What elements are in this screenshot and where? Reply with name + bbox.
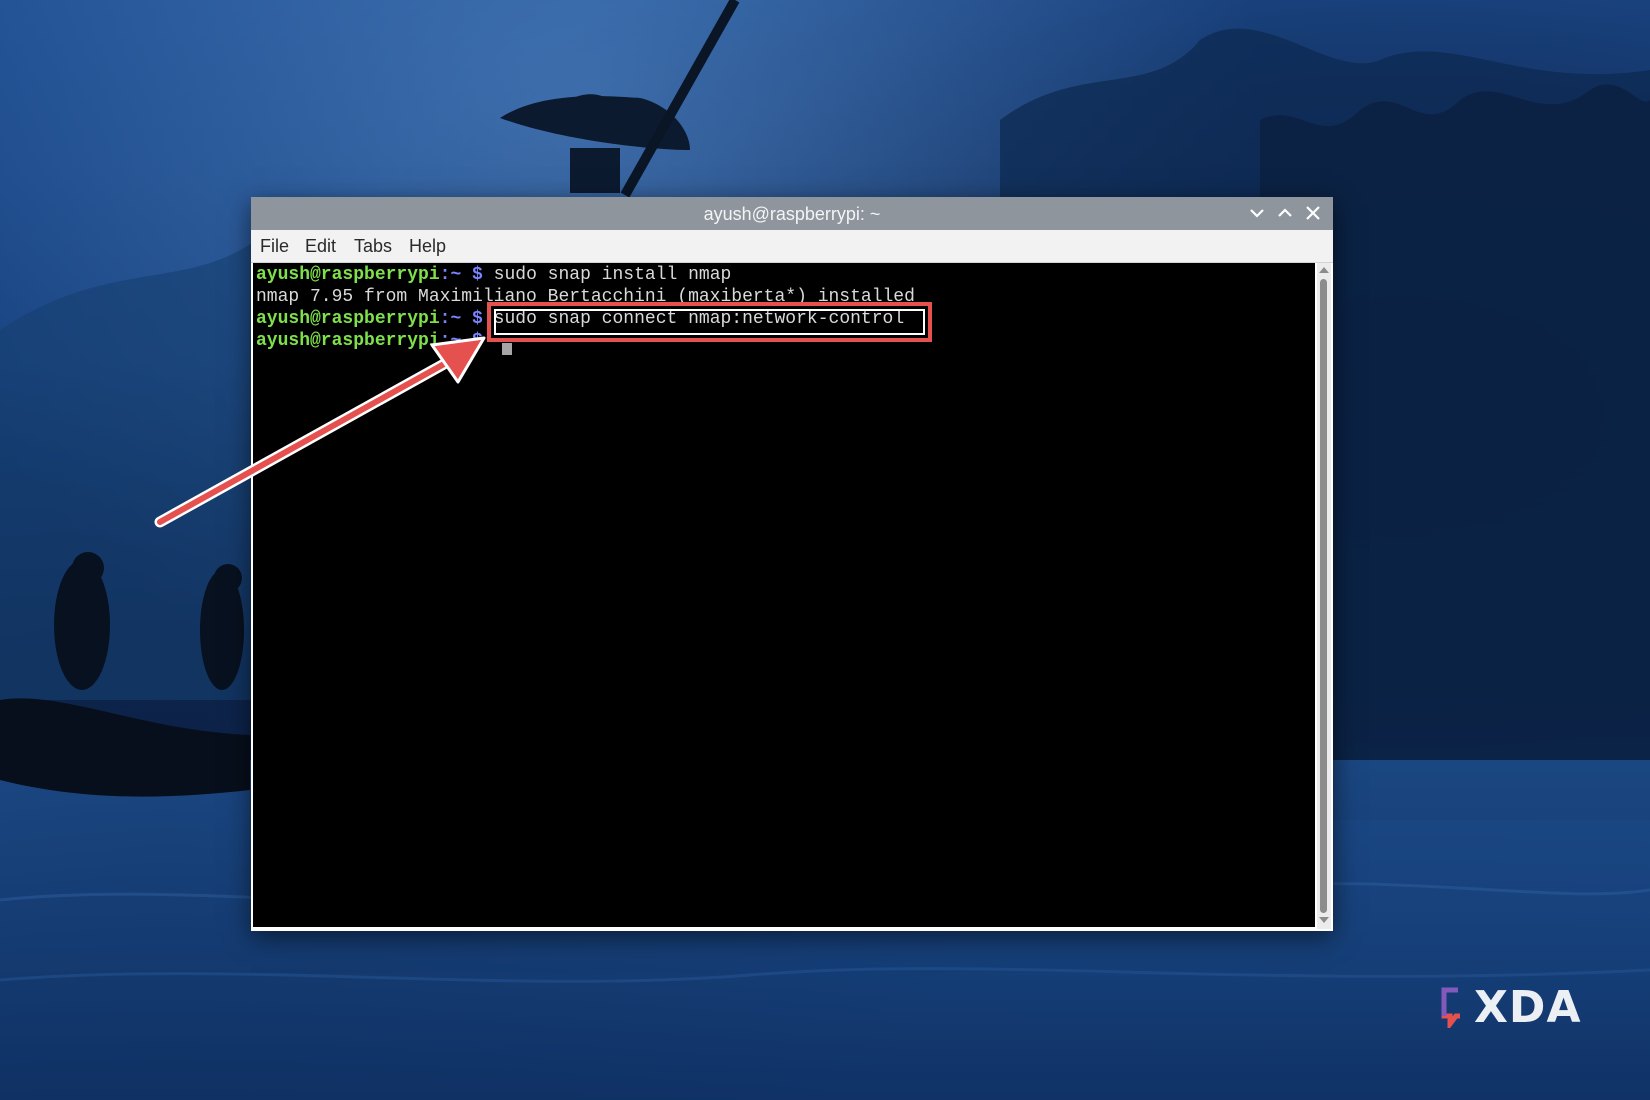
- highlight-inner-border: [494, 309, 925, 335]
- menu-file[interactable]: File: [260, 236, 289, 257]
- chevron-down-icon: [1250, 209, 1264, 218]
- prompt-path: :~ $: [439, 265, 483, 285]
- maximize-button[interactable]: [1273, 201, 1297, 225]
- xda-logo-icon: [1441, 987, 1460, 1028]
- scrollbar-thumb[interactable]: [1320, 279, 1327, 913]
- prompt-user: ayush@raspberrypi: [256, 331, 440, 351]
- prompt-path: :~ $: [439, 309, 483, 329]
- title-bar[interactable]: ayush@raspberrypi: ~: [251, 197, 1333, 230]
- minimize-button[interactable]: [1245, 201, 1269, 225]
- close-icon: [1306, 206, 1320, 220]
- command-text: sudo snap install nmap: [482, 265, 732, 285]
- command-highlight-box: [487, 302, 932, 342]
- text-cursor: [502, 343, 512, 355]
- prompt-user: ayush@raspberrypi: [256, 309, 440, 329]
- scroll-down-icon[interactable]: [1319, 917, 1329, 923]
- terminal-line: ayush@raspberrypi:~ $ sudo snap install …: [256, 264, 731, 286]
- menu-tabs[interactable]: Tabs: [354, 236, 392, 257]
- menu-help[interactable]: Help: [409, 236, 446, 257]
- terminal-line: ayush@raspberrypi:~ $: [256, 330, 494, 352]
- xda-watermark: XDA: [1474, 982, 1582, 1033]
- menu-edit[interactable]: Edit: [305, 236, 336, 257]
- close-button[interactable]: [1301, 201, 1325, 225]
- window-title: ayush@raspberrypi: ~: [703, 204, 881, 224]
- vertical-scrollbar[interactable]: [1317, 263, 1331, 929]
- prompt-user: ayush@raspberrypi: [256, 265, 440, 285]
- menu-bar: File Edit Tabs Help: [251, 230, 1333, 263]
- prompt-path: :~ $: [439, 331, 483, 351]
- scroll-up-icon[interactable]: [1319, 267, 1329, 273]
- terminal-output[interactable]: ayush@raspberrypi:~ $ sudo snap install …: [253, 263, 1315, 927]
- chevron-up-icon: [1278, 208, 1292, 217]
